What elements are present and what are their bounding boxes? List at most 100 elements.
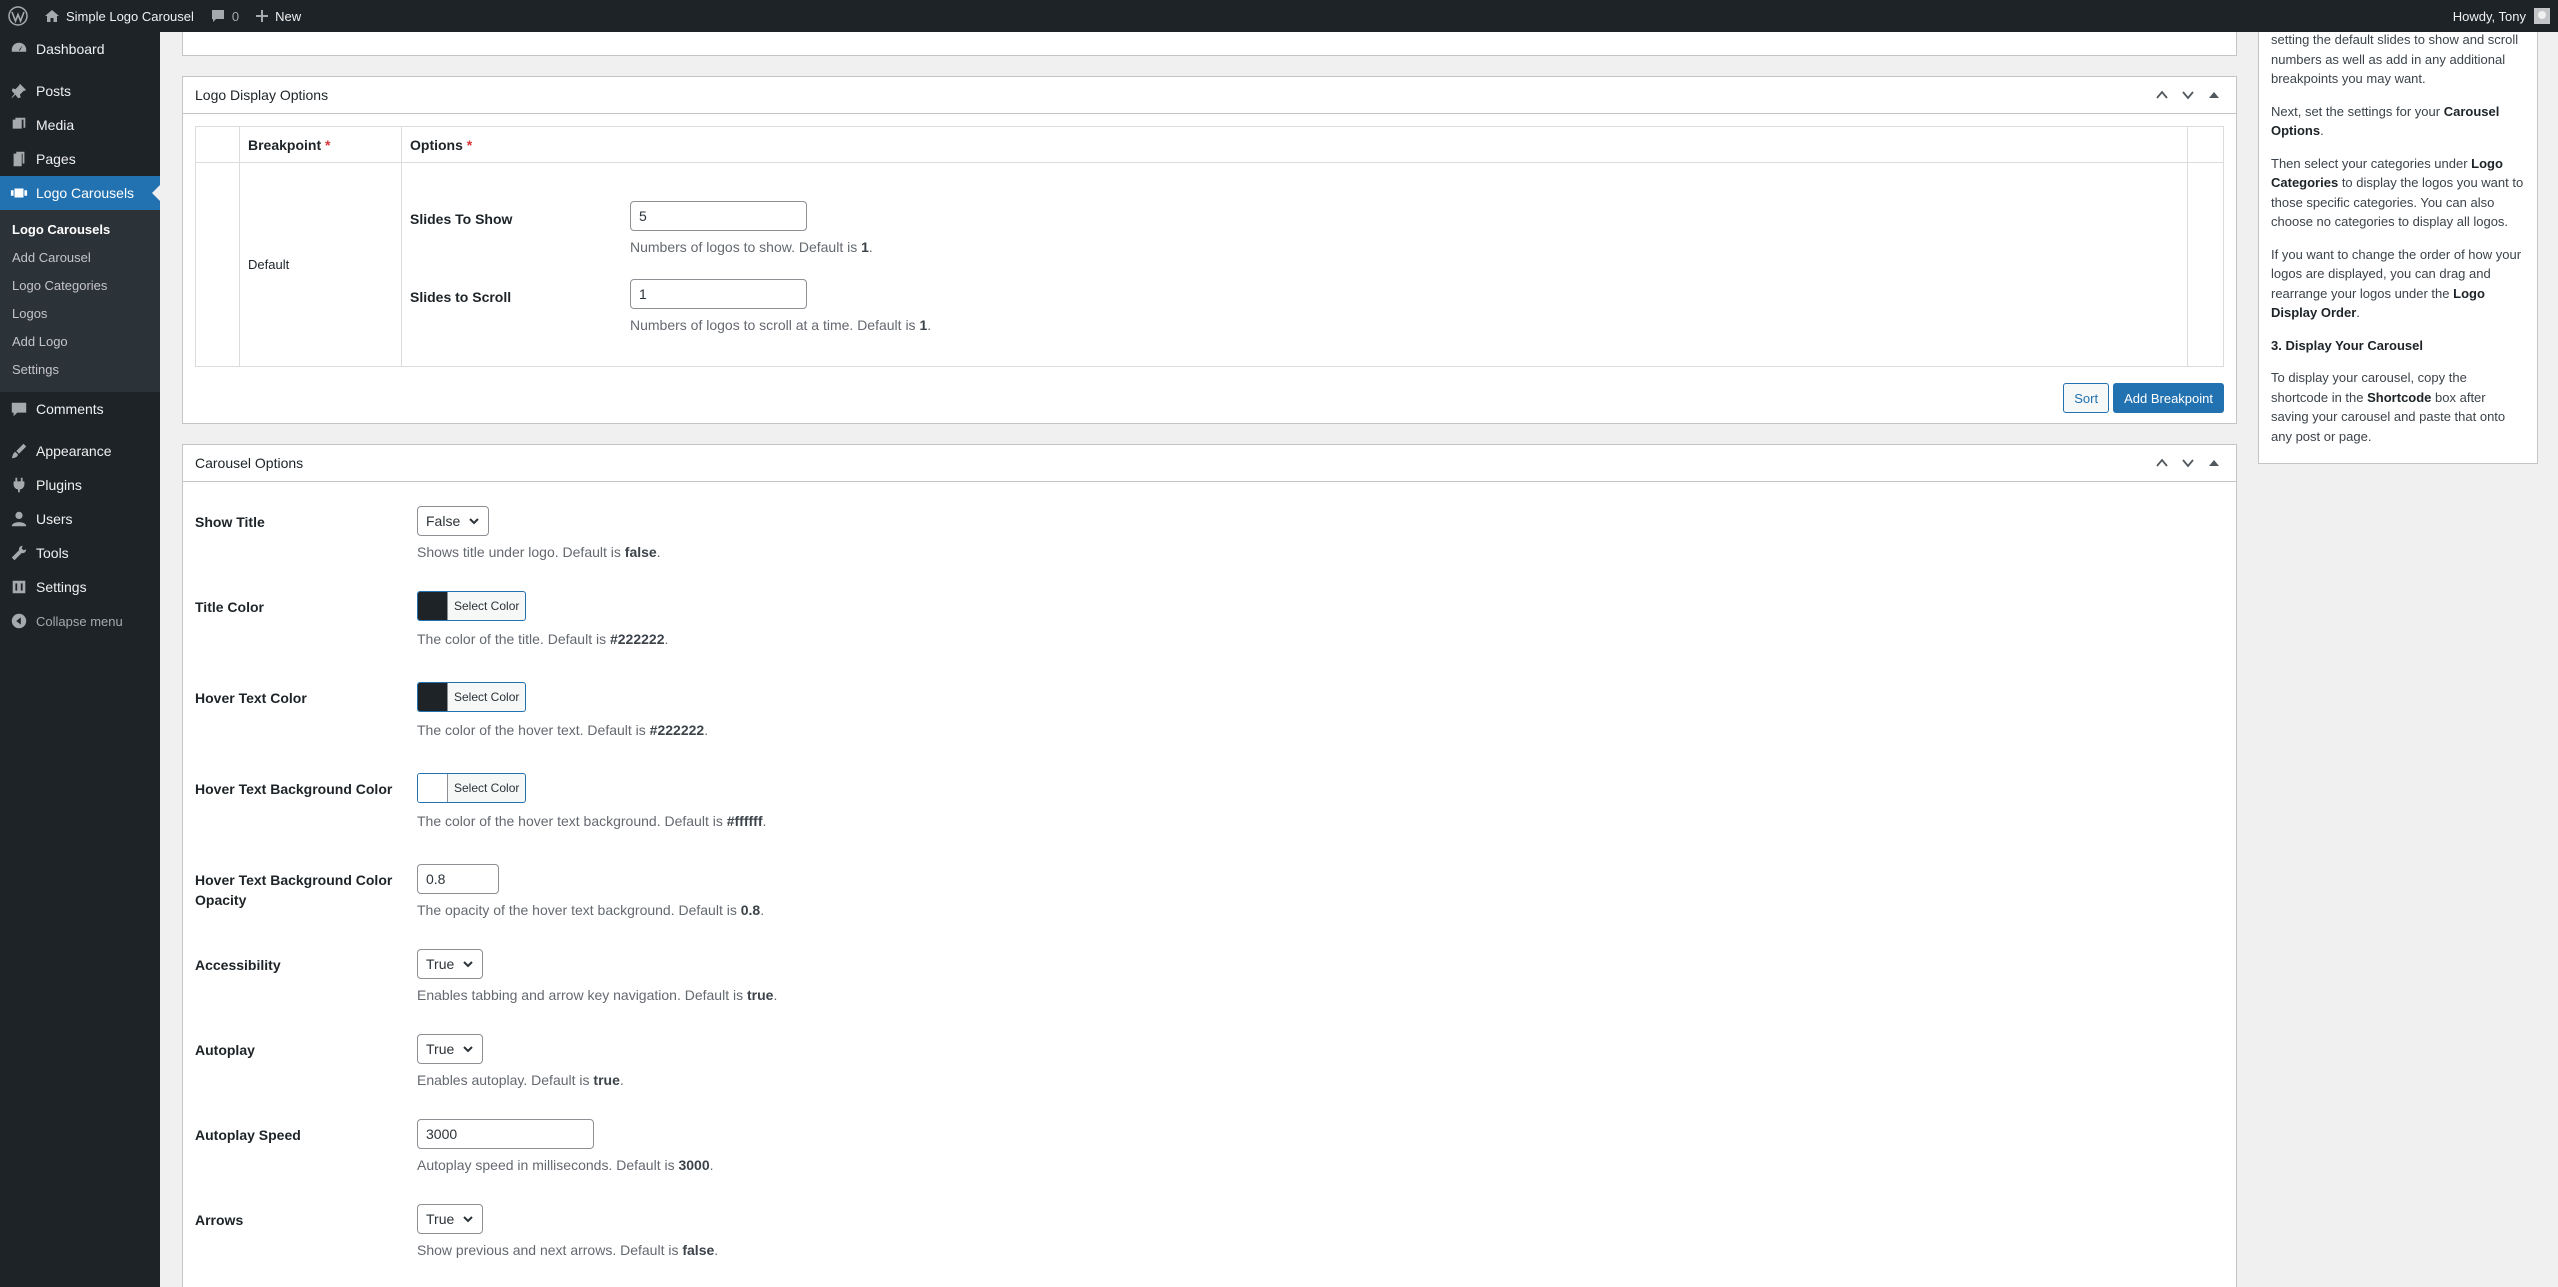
submenu-item-add-logo[interactable]: Add Logo	[0, 328, 160, 356]
accessibility-value: True	[426, 956, 455, 972]
show-title-row: Show Title False Shows title under logo.…	[195, 506, 2224, 591]
toggle-panel-button[interactable]	[2204, 453, 2224, 473]
slides-icon	[10, 188, 28, 198]
autoplay-select[interactable]: True	[417, 1034, 484, 1064]
hover-bg-opacity-row: Hover Text Background Color Opacity The …	[195, 864, 2224, 949]
slides-to-show-label: Slides To Show	[410, 210, 513, 227]
menu-label-appearance: Appearance	[36, 443, 112, 459]
comments-link[interactable]: 0	[202, 0, 247, 32]
menu-item-dashboard[interactable]: Dashboard	[0, 32, 160, 66]
chevron-down-icon	[463, 961, 473, 968]
menu-item-tools[interactable]: Tools	[0, 536, 160, 570]
hover-text-color-picker-button[interactable]: Select Color	[417, 682, 527, 712]
menu-item-settings[interactable]: Settings	[0, 570, 160, 604]
logo-display-options-box: Logo Display Options Breakpoint * Option…	[182, 76, 2237, 424]
menu-item-appearance[interactable]: Appearance	[0, 434, 160, 468]
menu-label-logo-carousels: Logo Carousels	[36, 185, 135, 201]
show-title-select[interactable]: False	[417, 506, 490, 536]
menu-item-comments[interactable]: Comments	[0, 392, 160, 426]
pushpin-icon	[11, 83, 27, 99]
menu-label-tools: Tools	[36, 545, 69, 561]
hover-text-color-label: Hover Text Color	[195, 690, 307, 706]
menu-separator	[0, 66, 160, 74]
comments-count: 0	[231, 8, 240, 24]
required-mark: *	[466, 136, 473, 153]
autoplay-speed-input[interactable]	[417, 1119, 594, 1149]
media-icon	[12, 117, 26, 129]
my-account-link[interactable]: Howdy, Tony	[2453, 8, 2558, 24]
howdy-text: Howdy, Tony	[2452, 8, 2526, 24]
menu-item-pages[interactable]: Pages	[0, 142, 160, 176]
submenu-item-logo-carousels[interactable]: Logo Carousels	[0, 216, 160, 244]
title-color-swatch	[418, 592, 448, 620]
arrows-row: Arrows True Show previous and next arrow…	[195, 1204, 2224, 1287]
slides-to-show-input[interactable]	[630, 200, 807, 231]
wrench-icon	[11, 545, 27, 561]
caret-up-icon	[2209, 92, 2219, 98]
wordpress-logo-button[interactable]	[0, 0, 36, 32]
pages-icon	[13, 151, 25, 167]
move-down-button[interactable]	[2178, 85, 2198, 105]
slides-to-scroll-input[interactable]	[630, 278, 807, 309]
toggle-panel-button[interactable]	[2204, 85, 2224, 105]
settings-sliders-icon	[12, 580, 26, 594]
new-content-link[interactable]: New	[247, 0, 309, 32]
collapse-menu-button[interactable]: Collapse menu	[0, 604, 160, 638]
chevron-up-icon	[2156, 458, 2168, 467]
submenu-item-logos[interactable]: Logos	[0, 300, 160, 328]
accessibility-select[interactable]: True	[417, 949, 484, 979]
hover-text-color-description: The color of the hover text. Default is …	[417, 722, 709, 738]
submenu-item-logo-categories[interactable]: Logo Categories	[0, 272, 160, 300]
arrows-description: Show previous and next arrows. Default i…	[417, 1242, 719, 1258]
title-color-description: The color of the title. Default is #2222…	[417, 631, 669, 647]
avatar	[2534, 8, 2550, 24]
breakpoints-table: Breakpoint * Options * Default Slides To…	[195, 126, 2224, 367]
comment-bubble-icon	[11, 402, 27, 417]
arrows-select[interactable]: True	[417, 1204, 484, 1234]
move-up-button[interactable]	[2152, 85, 2172, 105]
admin-menu: Dashboard Posts Media Pages Logo Carouse…	[0, 32, 160, 1287]
options-column-header: Options *	[401, 126, 2188, 163]
help-paragraph: setting the default slides to show and s…	[2271, 32, 2519, 86]
help-heading: 3. Display Your Carousel	[2271, 337, 2423, 353]
chevron-down-icon	[463, 1046, 473, 1053]
add-breakpoint-button[interactable]: Add Breakpoint	[2113, 383, 2224, 413]
menu-item-plugins[interactable]: Plugins	[0, 468, 160, 502]
menu-label-comments: Comments	[36, 401, 104, 417]
hover-bg-color-description: The color of the hover text background. …	[417, 813, 767, 829]
move-down-button[interactable]	[2178, 453, 2198, 473]
chevron-down-icon	[463, 1216, 473, 1223]
hover-bg-opacity-input[interactable]	[417, 864, 499, 894]
slides-to-scroll-row: Slides to Scroll Numbers of logos to scr…	[402, 278, 2187, 333]
paintbrush-icon	[11, 443, 27, 459]
slides-to-show-row: Slides To Show Numbers of logos to show.…	[402, 200, 2187, 255]
help-sidebar: setting the default slides to show and s…	[2258, 32, 2538, 464]
site-name-link[interactable]: Simple Logo Carousel	[36, 0, 202, 32]
menu-label-settings: Settings	[36, 579, 87, 595]
menu-separator	[0, 426, 160, 434]
required-mark: *	[325, 136, 331, 153]
menu-item-logo-carousels[interactable]: Logo Carousels	[0, 176, 160, 210]
arrows-value: True	[426, 1211, 455, 1227]
title-color-picker-button[interactable]: Select Color	[417, 591, 527, 621]
move-up-button[interactable]	[2152, 453, 2172, 473]
carousel-options-box: Carousel Options Show Title False Shows …	[182, 444, 2237, 1287]
autoplay-label: Autoplay	[195, 1042, 255, 1058]
submenu-item-add-carousel[interactable]: Add Carousel	[0, 244, 160, 272]
sort-button[interactable]: Sort	[2063, 383, 2110, 413]
hover-bg-color-swatch	[418, 774, 448, 802]
submenu-item-settings[interactable]: Settings	[0, 356, 160, 384]
select-color-label: Select Color	[454, 599, 520, 613]
menu-item-users[interactable]: Users	[0, 502, 160, 536]
autoplay-value: True	[426, 1041, 455, 1057]
slides-to-scroll-description: Numbers of logos to scroll at a time. De…	[630, 316, 932, 333]
drag-handle-cell[interactable]	[195, 162, 240, 367]
menu-label-users: Users	[36, 511, 73, 527]
help-paragraph: Then select your categories under Logo C…	[2271, 155, 2524, 230]
menu-item-posts[interactable]: Posts	[0, 74, 160, 108]
remove-cell[interactable]	[2187, 162, 2224, 367]
menu-item-media[interactable]: Media	[0, 108, 160, 142]
hover-bg-color-picker-button[interactable]: Select Color	[417, 773, 527, 803]
hover-bg-opacity-description: The opacity of the hover text background…	[417, 902, 765, 918]
breakpoint-header-label: Breakpoint	[248, 136, 322, 153]
